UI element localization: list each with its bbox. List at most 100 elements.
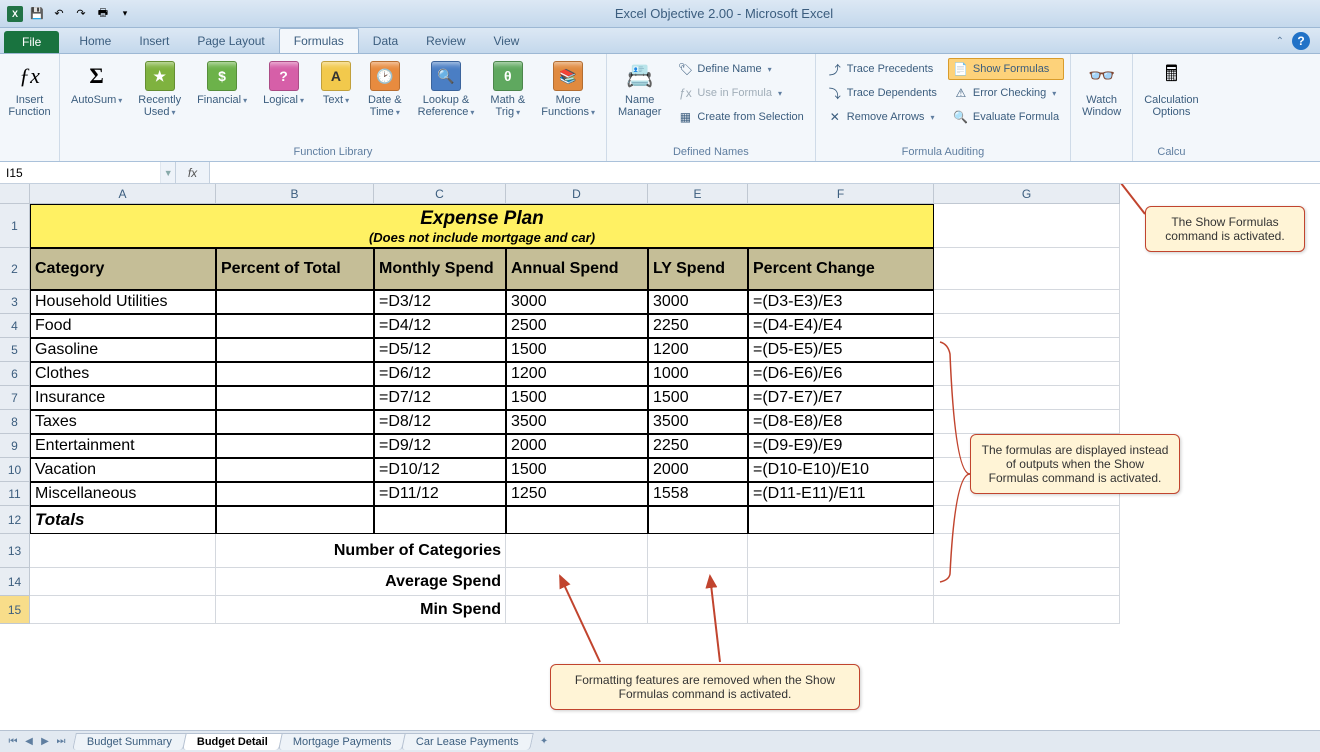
header-cell[interactable]: Percent Change (748, 248, 934, 290)
error-checking-button[interactable]: ⚠Error Checking▾ (948, 82, 1064, 104)
name-box-dropdown-icon[interactable]: ▼ (160, 162, 175, 183)
cell[interactable] (748, 596, 934, 624)
table-row[interactable]: 2500 (506, 314, 648, 338)
trace-dependents-button[interactable]: ⤵Trace Dependents (822, 82, 942, 104)
table-row[interactable] (216, 506, 374, 534)
table-row[interactable]: =(D3-E3)/E3 (748, 290, 934, 314)
table-row[interactable]: 3500 (506, 410, 648, 434)
cell[interactable] (934, 596, 1120, 624)
sheet-tab-budget-summary[interactable]: Budget Summary (72, 733, 187, 750)
row-header[interactable]: 7 (0, 386, 30, 410)
table-row[interactable]: 3000 (648, 290, 748, 314)
table-row[interactable]: Miscellaneous (30, 482, 216, 506)
tab-review[interactable]: Review (412, 29, 479, 53)
cell[interactable] (30, 534, 216, 568)
tab-nav-prev-icon[interactable]: ◀ (22, 735, 36, 749)
summary-label[interactable]: Min Spend (216, 596, 506, 624)
tab-nav-last-icon[interactable]: ⏭ (54, 735, 68, 749)
table-row[interactable] (216, 338, 374, 362)
more-functions-button[interactable]: 📚More Functions▾ (534, 56, 602, 122)
cell[interactable] (934, 248, 1120, 290)
table-row[interactable]: 1558 (648, 482, 748, 506)
row-header[interactable]: 1 (0, 204, 30, 248)
row-header[interactable]: 15 (0, 596, 30, 624)
table-row[interactable]: 2250 (648, 434, 748, 458)
tab-view[interactable]: View (480, 29, 534, 53)
row-header[interactable]: 3 (0, 290, 30, 314)
financial-button[interactable]: $Financial▾ (190, 56, 254, 110)
row-header[interactable]: 8 (0, 410, 30, 434)
qat-customize-icon[interactable]: ▾ (116, 5, 134, 23)
table-row[interactable]: Household Utilities (30, 290, 216, 314)
table-row[interactable] (216, 386, 374, 410)
cell[interactable] (30, 596, 216, 624)
math-trig-button[interactable]: θMath & Trig▾ (483, 56, 532, 122)
summary-label[interactable]: Number of Categories (216, 534, 506, 568)
table-row[interactable]: 2250 (648, 314, 748, 338)
table-row[interactable]: 1200 (506, 362, 648, 386)
title-cell[interactable]: Expense Plan(Does not include mortgage a… (30, 204, 934, 248)
column-header[interactable]: G (934, 184, 1120, 204)
totals-label[interactable]: Totals (30, 506, 216, 534)
define-name-button[interactable]: 🏷Define Name▾ (672, 58, 808, 80)
cell[interactable] (934, 314, 1120, 338)
tab-nav-first-icon[interactable]: ⏮ (6, 735, 20, 749)
table-row[interactable]: =(D9-E9)/E9 (748, 434, 934, 458)
row-header[interactable]: 5 (0, 338, 30, 362)
cell[interactable] (934, 362, 1120, 386)
table-row[interactable] (506, 506, 648, 534)
lookup-reference-button[interactable]: 🔍Lookup & Reference▾ (411, 56, 482, 122)
table-row[interactable]: =(D11-E11)/E11 (748, 482, 934, 506)
table-row[interactable]: 2000 (648, 458, 748, 482)
table-row[interactable]: Vacation (30, 458, 216, 482)
table-row[interactable]: =(D8-E8)/E8 (748, 410, 934, 434)
evaluate-formula-button[interactable]: 🔍Evaluate Formula (948, 106, 1064, 128)
cell[interactable] (30, 568, 216, 596)
table-row[interactable]: =(D6-E6)/E6 (748, 362, 934, 386)
table-row[interactable]: =D6/12 (374, 362, 506, 386)
table-row[interactable]: 1500 (506, 458, 648, 482)
table-row[interactable] (216, 458, 374, 482)
remove-arrows-button[interactable]: ✕Remove Arrows▾ (822, 106, 942, 128)
table-row[interactable] (216, 482, 374, 506)
use-in-formula-button[interactable]: ƒxUse in Formula▾ (672, 82, 808, 104)
table-row[interactable]: =(D10-E10)/E10 (748, 458, 934, 482)
row-header[interactable]: 14 (0, 568, 30, 596)
column-header[interactable]: F (748, 184, 934, 204)
calculation-options-button[interactable]: 🖩Calculation Options (1137, 56, 1205, 122)
recently-used-button[interactable]: ★Recently Used▾ (131, 56, 188, 122)
sheet-tab-mortgage-payments[interactable]: Mortgage Payments (278, 733, 406, 750)
formula-input[interactable] (210, 162, 1320, 183)
save-icon[interactable]: 💾 (28, 5, 46, 23)
table-row[interactable]: =D5/12 (374, 338, 506, 362)
table-row[interactable]: 2000 (506, 434, 648, 458)
column-header[interactable]: D (506, 184, 648, 204)
tab-page-layout[interactable]: Page Layout (183, 29, 278, 53)
cell[interactable] (934, 386, 1120, 410)
table-row[interactable] (216, 314, 374, 338)
table-row[interactable]: 1500 (506, 338, 648, 362)
name-box-input[interactable] (0, 162, 160, 183)
show-formulas-button[interactable]: 📄Show Formulas (948, 58, 1064, 80)
row-header[interactable]: 11 (0, 482, 30, 506)
table-row[interactable] (648, 506, 748, 534)
column-header[interactable]: E (648, 184, 748, 204)
header-cell[interactable]: Monthly Spend (374, 248, 506, 290)
autosum-button[interactable]: ΣAutoSum▾ (64, 56, 129, 110)
table-row[interactable]: =D4/12 (374, 314, 506, 338)
tab-home[interactable]: Home (65, 29, 125, 53)
cell[interactable] (934, 338, 1120, 362)
table-row[interactable] (216, 290, 374, 314)
cell[interactable] (934, 204, 1120, 248)
column-header[interactable]: A (30, 184, 216, 204)
cell[interactable] (506, 568, 648, 596)
watch-window-button[interactable]: 👓Watch Window (1075, 56, 1128, 122)
cell[interactable] (934, 568, 1120, 596)
summary-label[interactable]: Average Spend (216, 568, 506, 596)
name-manager-button[interactable]: 📇Name Manager (611, 56, 668, 122)
table-row[interactable]: =D10/12 (374, 458, 506, 482)
row-header[interactable]: 6 (0, 362, 30, 386)
table-row[interactable]: Clothes (30, 362, 216, 386)
table-row[interactable]: 1500 (506, 386, 648, 410)
cell[interactable] (648, 568, 748, 596)
